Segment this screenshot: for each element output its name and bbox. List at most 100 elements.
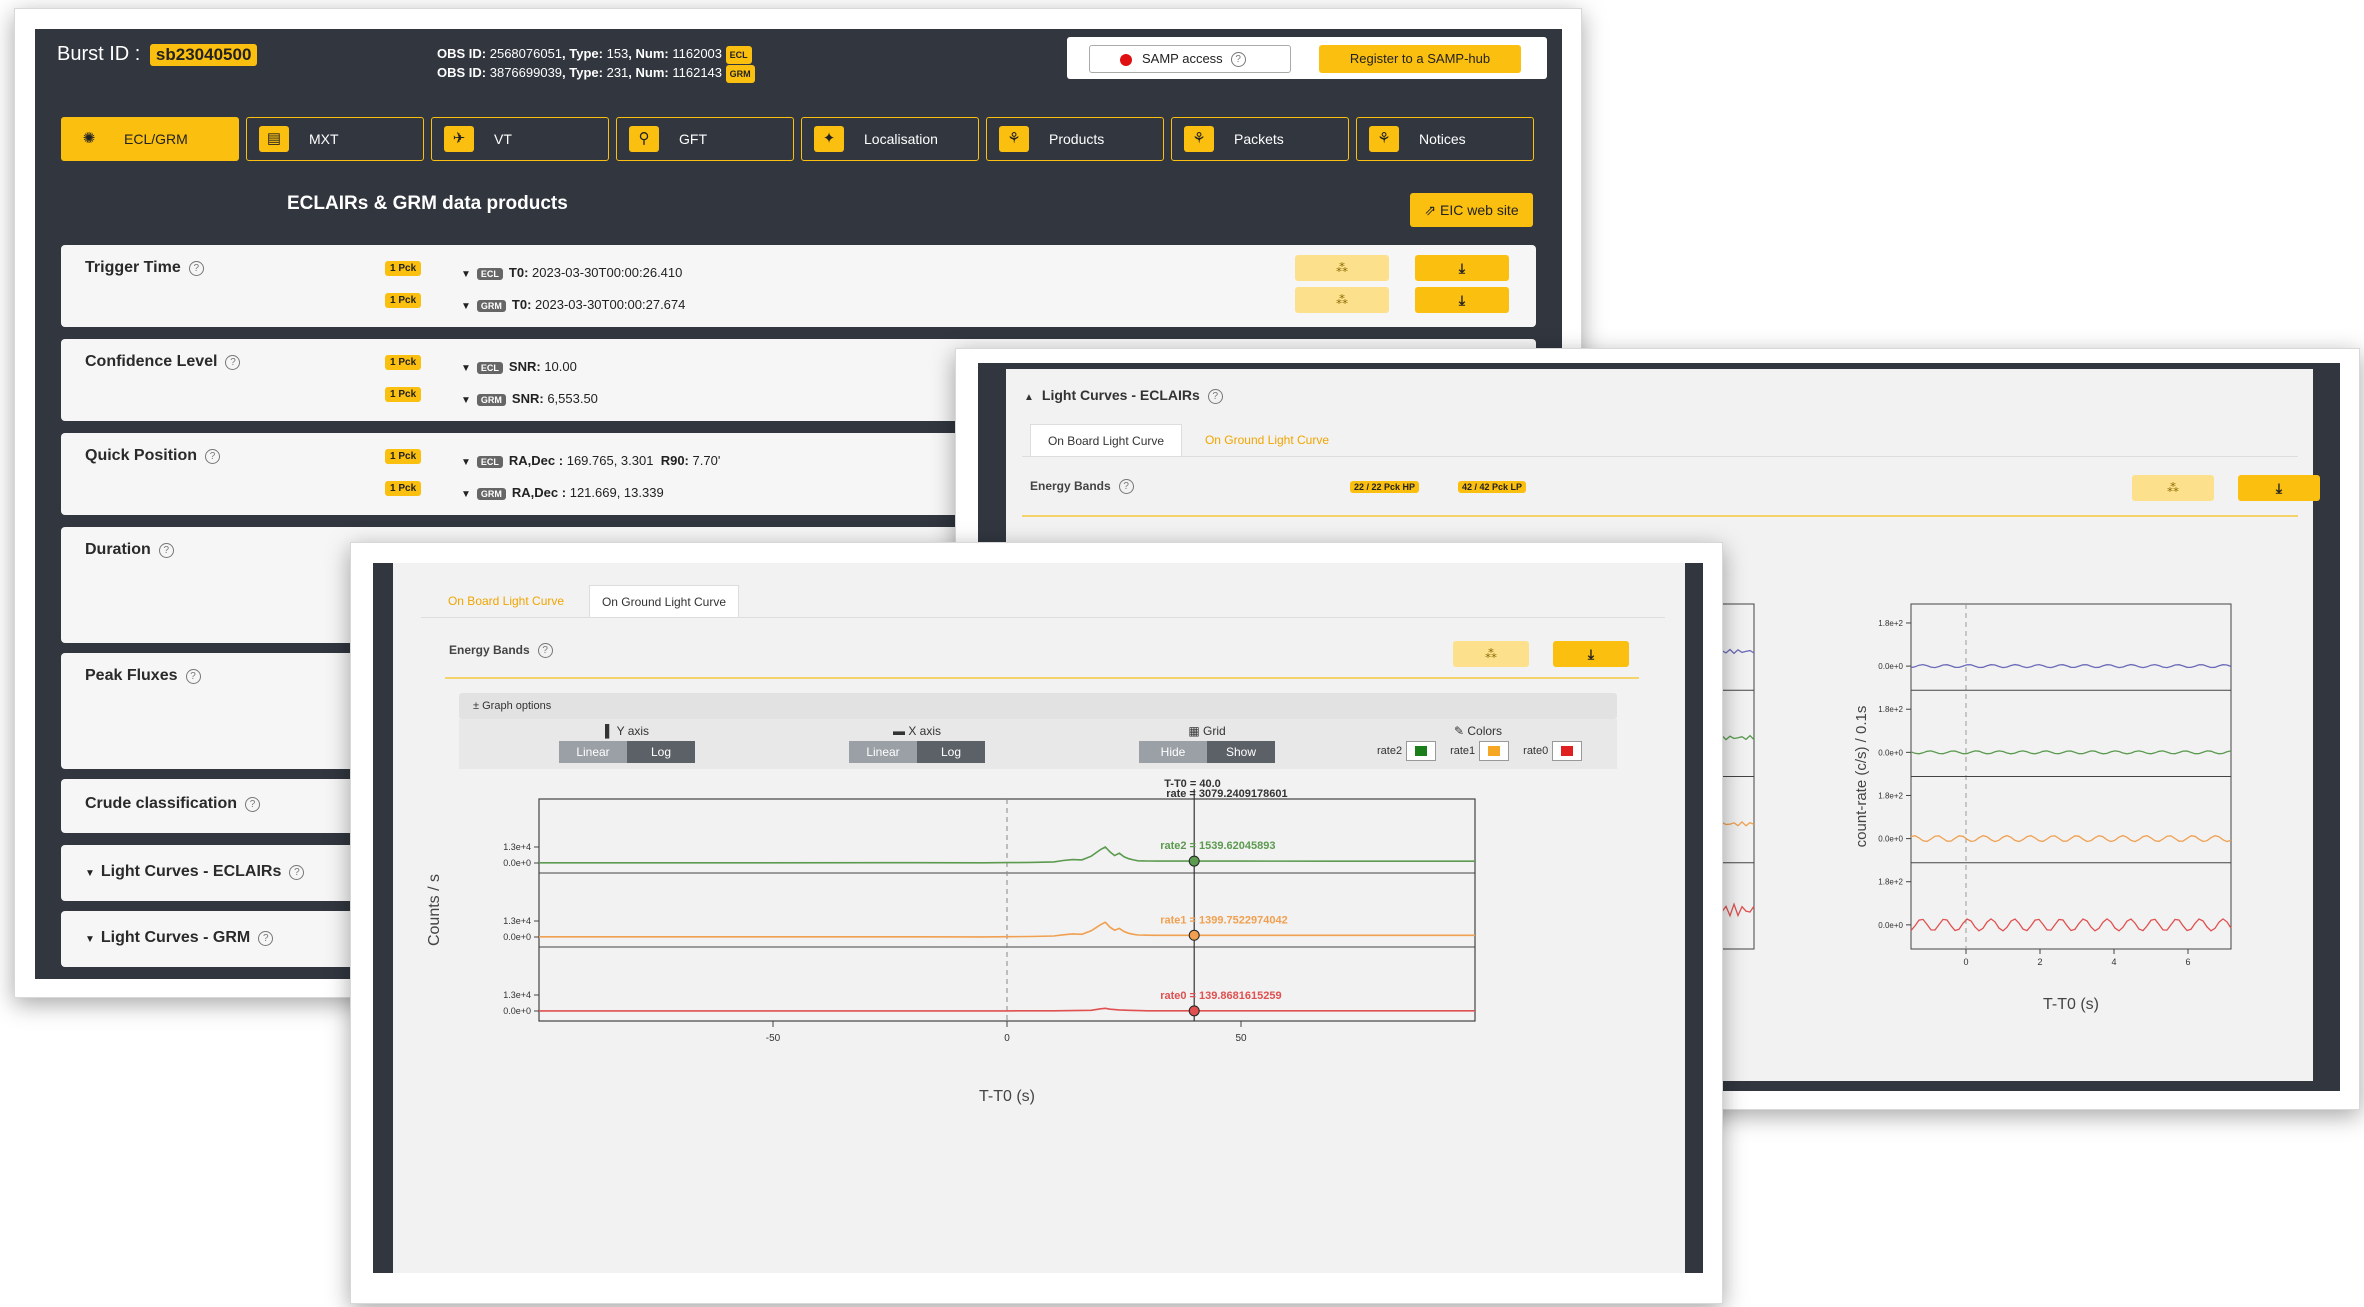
grm-window: On Board Light Curve On Ground Light Cur… [350,542,1723,1304]
series-label-rate2: rate2 = 1539.62045893 [1160,840,1275,852]
pck-badge: 1 Pck [385,355,422,370]
right-series-line [1910,750,2232,755]
tooltip-rate: rate = 3079.2409178601 [1166,788,1287,800]
tab-vt[interactable]: ✈ VT [431,117,609,161]
tab-mxt[interactable]: ▤ MXT [246,117,424,161]
card-title-position: Quick Position [85,447,198,464]
status-dot-icon [1120,54,1132,66]
tab-localisation[interactable]: ✦ Localisation [801,117,979,161]
y-tick-label: 0.0e+0 [503,1006,531,1016]
help-icon[interactable]: ? [205,449,221,464]
grid-icon: ▤ [259,126,289,152]
tab-gft[interactable]: ⚲ GFT [616,117,794,161]
chevron-down-icon: ▼ [461,363,471,374]
pck-badge: 1 Pck [385,449,422,464]
series-label-rate0: rate0 = 139.8681615259 [1160,990,1281,1002]
tab-products[interactable]: ⚘ Products [986,117,1164,161]
pck-badge: 1 Pck [385,387,422,402]
register-samp-button[interactable]: Register to a SAMP-hub [1319,45,1521,73]
grm-chart: T-T0 = 40.0rate = 3079.24091786011.3e+40… [426,778,1476,1105]
cursor-marker-rate0 [1188,1005,1200,1017]
x-tick-label: 0 [1963,957,1968,967]
chevron-down-icon: ▼ [85,934,95,945]
target-icon: ✦ [814,126,844,152]
y-axis-label: count-rate (c/s) / 0.1s [1853,706,1870,848]
chevron-down-icon: ▼ [461,395,471,406]
y-tick-label: 1.8e+2 [1878,619,1903,628]
help-icon[interactable]: ? [289,865,305,880]
x-tick-label: 50 [1235,1033,1247,1044]
right-series-line [1910,663,2232,669]
y-tick-label: 1.8e+2 [1878,705,1903,714]
download-button[interactable]: ⤓ [1415,255,1509,281]
help-icon[interactable]: ? [185,669,201,684]
cursor-marker-rate2 [1188,855,1200,867]
y-tick-label: 0.0e+0 [503,932,531,942]
tab-ecl-grm[interactable]: ✺ ECL/GRM [61,117,239,161]
chevron-down-icon: ▼ [461,489,471,500]
series-label-rate1: rate1 = 1399.7522974042 [1160,914,1288,926]
card-title-crude: Crude classification [85,795,238,812]
grm-right-bar [1685,563,1703,1273]
samp-box: SAMP access? Register to a SAMP-hub [1067,37,1547,79]
y-tick-label: 0.0e+0 [1878,748,1903,757]
tab-notices[interactable]: ⚘ Notices [1356,117,1534,161]
help-icon[interactable]: ? [188,261,204,276]
x-tick-label: 6 [2185,957,2190,967]
obs-info: OBS ID: 2568076051, Type: 153, Num: 1162… [437,45,755,83]
trigger-ecl-row[interactable]: ▼ ECL T0: 2023-03-30T00:00:26.410 [461,265,682,280]
position-grm-row[interactable]: ▼ GRM RA,Dec : 121.669, 13.339 [461,485,664,500]
external-link-icon: ⇗ [1424,202,1437,218]
burst-id-badge: sb23040500 [149,44,258,66]
telescope-icon: ✈ [444,126,474,152]
help-icon[interactable]: ? [258,931,274,946]
card-title-duration: Duration [85,541,151,558]
pck-badge: 1 Pck [385,293,422,308]
card-title-trigger: Trigger Time [85,259,181,276]
cursor-marker-rate1 [1188,929,1200,941]
x-axis-label: T-T0 (s) [979,1088,1035,1105]
trigger-grm-row[interactable]: ▼ GRM T0: 2023-03-30T00:00:27.674 [461,297,685,312]
download-button[interactable]: ⤓ [1415,287,1509,313]
y-axis-label: Counts / s [426,874,443,946]
burst-label: Burst ID : [57,43,141,65]
chevron-down-icon: ▼ [85,868,95,879]
tab-packets[interactable]: ⚘ Packets [1171,117,1349,161]
card-title-lc-eclairs: Light Curves - ECLAIRs [100,863,282,880]
grm-badge: GRM [725,65,755,83]
tab-label: MXT [309,131,339,147]
right-series-line [1910,834,2232,843]
card-title-lc-grm: Light Curves - GRM [100,929,251,946]
help-icon[interactable]: ? [158,543,174,558]
x-tick-label: 4 [2111,957,2116,967]
right-series-line [1910,918,2232,932]
eic-web-site-button[interactable]: ⇗ EIC web site [1410,193,1533,227]
confidence-grm-row[interactable]: ▼ GRM SNR: 6,553.50 [461,391,598,406]
samp-access-button[interactable]: SAMP access? [1089,45,1291,73]
tab-label: Products [1049,131,1105,147]
y-tick-label: 1.8e+2 [1878,878,1903,887]
x-tick-label: 0 [1004,1033,1010,1044]
x-axis-label: T-T0 (s) [2043,996,2099,1013]
ecl-badge: ECL [725,46,752,64]
help-icon[interactable]: ? [1230,52,1246,67]
tab-label: Notices [1419,131,1466,147]
y-tick-label: 0.0e+0 [1878,662,1903,671]
pck-badge: 1 Pck [385,261,422,276]
help-icon[interactable]: ? [245,797,261,812]
pck-badge: 1 Pck [385,481,422,496]
burst-id-label: Burst ID : sb23040500 [57,43,258,66]
tab-label: Localisation [864,131,938,147]
packets-icon: ⚘ [1184,126,1214,152]
position-ecl-row[interactable]: ▼ ECL RA,Dec : 169.765, 3.301 R90: 7.70' [461,453,720,468]
confidence-ecl-row[interactable]: ▼ ECL SNR: 10.00 [461,359,577,374]
samp-send-button[interactable]: ⁂ [1295,255,1389,281]
chevron-down-icon: ▼ [461,457,471,468]
notices-icon: ⚘ [1369,126,1399,152]
help-icon[interactable]: ? [225,355,241,370]
y-tick-label: 1.8e+2 [1878,791,1903,800]
card-title-peak: Peak Fluxes [85,667,178,684]
grm-left-bar [373,563,393,1273]
samp-send-button[interactable]: ⁂ [1295,287,1389,313]
satellite-icon: ✺ [74,126,104,152]
